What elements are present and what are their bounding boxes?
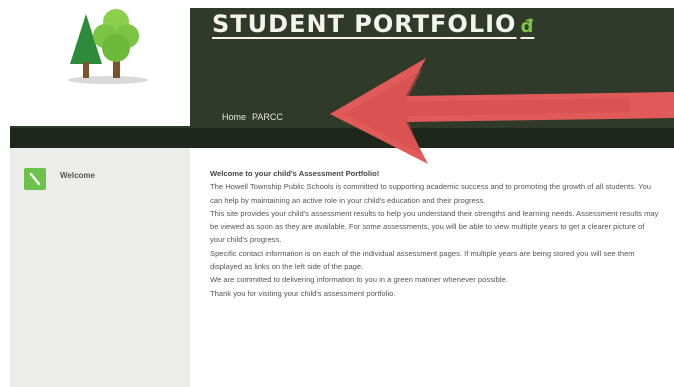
red-arrow-annotation [330, 58, 674, 164]
sidebar-item-welcome[interactable]: Welcome [24, 168, 95, 190]
welcome-paragraph: This site provides your child's assessme… [210, 208, 659, 245]
nav-item-home[interactable]: Home [222, 112, 246, 122]
logo[interactable] [10, 0, 190, 126]
page-title: STUDENT PORTFOLIO đ [212, 10, 534, 38]
apple-icon: đ [520, 16, 535, 37]
welcome-paragraph: Thank you for visiting your child's asse… [210, 288, 396, 298]
welcome-heading: Welcome to your child's Assessment Portf… [210, 169, 380, 178]
sidebar: Welcome [10, 148, 190, 387]
sidebar-item-label: Welcome [60, 171, 95, 180]
pencil-icon [24, 168, 46, 190]
page-title-text: STUDENT PORTFOLIO [212, 10, 517, 38]
welcome-paragraph: We are committed to delivering informati… [210, 275, 508, 285]
welcome-paragraph: The Howell Township Public Schools is co… [210, 182, 651, 205]
nav-item-parcc[interactable]: PARCC [252, 112, 283, 122]
tree-logo-icon [68, 9, 148, 84]
welcome-paragraph: Specific contact information is on each … [210, 248, 635, 272]
nav-bar: Home PARCC [222, 112, 283, 122]
welcome-content: Welcome to your child's Assessment Portf… [210, 167, 660, 300]
